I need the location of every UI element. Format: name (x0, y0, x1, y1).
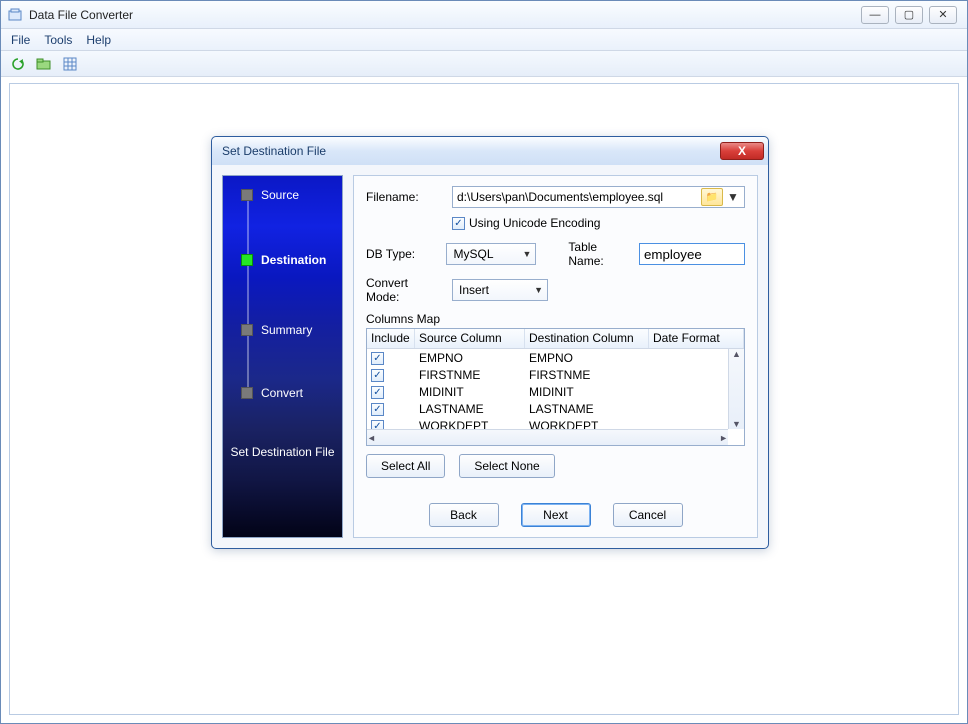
main-window: Data File Converter ― ▢ ✕ File Tools Hel… (0, 0, 968, 724)
close-button[interactable]: ✕ (929, 6, 957, 24)
tablename-input[interactable] (639, 243, 745, 265)
include-checkbox[interactable]: ✓ (371, 403, 384, 416)
chevron-down-icon: ▼ (534, 285, 543, 295)
wizard-footer-label: Set Destination File (223, 445, 342, 459)
table-row[interactable]: ✓ WORKDEPTWORKDEPT (367, 417, 728, 429)
convertmode-label: Convert Mode: (366, 276, 444, 304)
convertmode-value: Insert (459, 283, 489, 297)
source-column-cell: EMPNO (415, 351, 525, 365)
filename-input[interactable] (453, 190, 700, 204)
back-button[interactable]: Back (429, 503, 499, 527)
menu-help[interactable]: Help (86, 33, 111, 47)
columnsmap-label: Columns Map (366, 312, 745, 326)
filename-dropdown-icon[interactable]: ▼ (726, 190, 740, 204)
next-button[interactable]: Next (521, 503, 591, 527)
grid-vertical-scrollbar[interactable]: ▲▼ (728, 349, 744, 429)
menu-file[interactable]: File (11, 33, 30, 47)
destination-column-cell: LASTNAME (525, 402, 649, 416)
destination-column-cell: WORKDEPT (525, 419, 649, 430)
table-row[interactable]: ✓ LASTNAMELASTNAME (367, 400, 728, 417)
select-all-button[interactable]: Select All (366, 454, 445, 478)
unicode-checkbox[interactable]: ✓ (452, 217, 465, 230)
table-row[interactable]: ✓ FIRSTNMEFIRSTNME (367, 366, 728, 383)
set-destination-dialog: Set Destination File X Source Destinatio… (211, 136, 769, 549)
columns-map-grid: Include Source Column Destination Column… (366, 328, 745, 446)
table-row[interactable]: ✓ MIDINITMIDINIT (367, 383, 728, 400)
source-column-cell: WORKDEPT (415, 419, 525, 430)
destination-panel: Filename: 📁 ▼ ✓ Using Unicode Encoding D… (353, 175, 758, 538)
browse-button[interactable]: 📁 (701, 188, 723, 206)
grid-header: Include Source Column Destination Column… (367, 329, 744, 349)
chevron-down-icon: ▼ (522, 249, 531, 259)
select-none-button[interactable]: Select None (459, 454, 554, 478)
titlebar: Data File Converter ― ▢ ✕ (1, 1, 967, 29)
header-destination[interactable]: Destination Column (525, 329, 649, 348)
window-buttons: ― ▢ ✕ (861, 6, 957, 24)
grid-icon[interactable] (61, 55, 79, 73)
convertmode-select[interactable]: Insert ▼ (452, 279, 548, 301)
wizard-step-destination[interactable]: Destination (223, 253, 338, 267)
cancel-button[interactable]: Cancel (613, 503, 683, 527)
unicode-label: Using Unicode Encoding (469, 216, 600, 230)
header-include[interactable]: Include (367, 329, 415, 348)
wizard-step-label: Destination (261, 253, 326, 267)
filename-label: Filename: (366, 190, 444, 204)
wizard-step-label: Summary (261, 323, 312, 337)
source-column-cell: MIDINIT (415, 385, 525, 399)
destination-column-cell: FIRSTNME (525, 368, 649, 382)
minimize-button[interactable]: ― (861, 6, 889, 24)
open-icon[interactable] (35, 55, 53, 73)
wizard-step-source[interactable]: Source (223, 188, 338, 202)
dbtype-value: MySQL (453, 247, 493, 261)
table-row[interactable]: ✓ EMPNOEMPNO (367, 349, 728, 366)
include-checkbox[interactable]: ✓ (371, 352, 384, 365)
wizard-sidebar: Source Destination Summary Convert Set D… (222, 175, 343, 538)
include-checkbox[interactable]: ✓ (371, 369, 384, 382)
wizard-step-label: Convert (261, 386, 303, 400)
wizard-step-summary[interactable]: Summary (223, 323, 338, 337)
filename-field: 📁 ▼ (452, 186, 745, 208)
maximize-button[interactable]: ▢ (895, 6, 923, 24)
dialog-close-button[interactable]: X (720, 142, 764, 160)
source-column-cell: FIRSTNME (415, 368, 525, 382)
destination-column-cell: EMPNO (525, 351, 649, 365)
toolbar (1, 51, 967, 77)
app-icon (7, 7, 23, 23)
header-source[interactable]: Source Column (415, 329, 525, 348)
tablename-label: Table Name: (568, 240, 631, 268)
dialog-titlebar: Set Destination File X (212, 137, 768, 165)
dbtype-select[interactable]: MySQL ▼ (446, 243, 536, 265)
folder-icon: 📁 (706, 192, 718, 203)
menubar: File Tools Help (1, 29, 967, 51)
unicode-option[interactable]: ✓ Using Unicode Encoding (452, 216, 745, 230)
refresh-icon[interactable] (9, 55, 27, 73)
include-checkbox[interactable]: ✓ (371, 386, 384, 399)
grid-horizontal-scrollbar[interactable]: ◄► (367, 429, 728, 445)
include-checkbox[interactable]: ✓ (371, 420, 384, 429)
dbtype-label: DB Type: (366, 247, 438, 261)
wizard-step-convert[interactable]: Convert (223, 386, 338, 400)
destination-column-cell: MIDINIT (525, 385, 649, 399)
wizard-step-label: Source (261, 188, 299, 202)
menu-tools[interactable]: Tools (44, 33, 72, 47)
source-column-cell: LASTNAME (415, 402, 525, 416)
app-title: Data File Converter (29, 8, 861, 22)
header-dateformat[interactable]: Date Format (649, 329, 744, 348)
dialog-title: Set Destination File (222, 144, 326, 158)
